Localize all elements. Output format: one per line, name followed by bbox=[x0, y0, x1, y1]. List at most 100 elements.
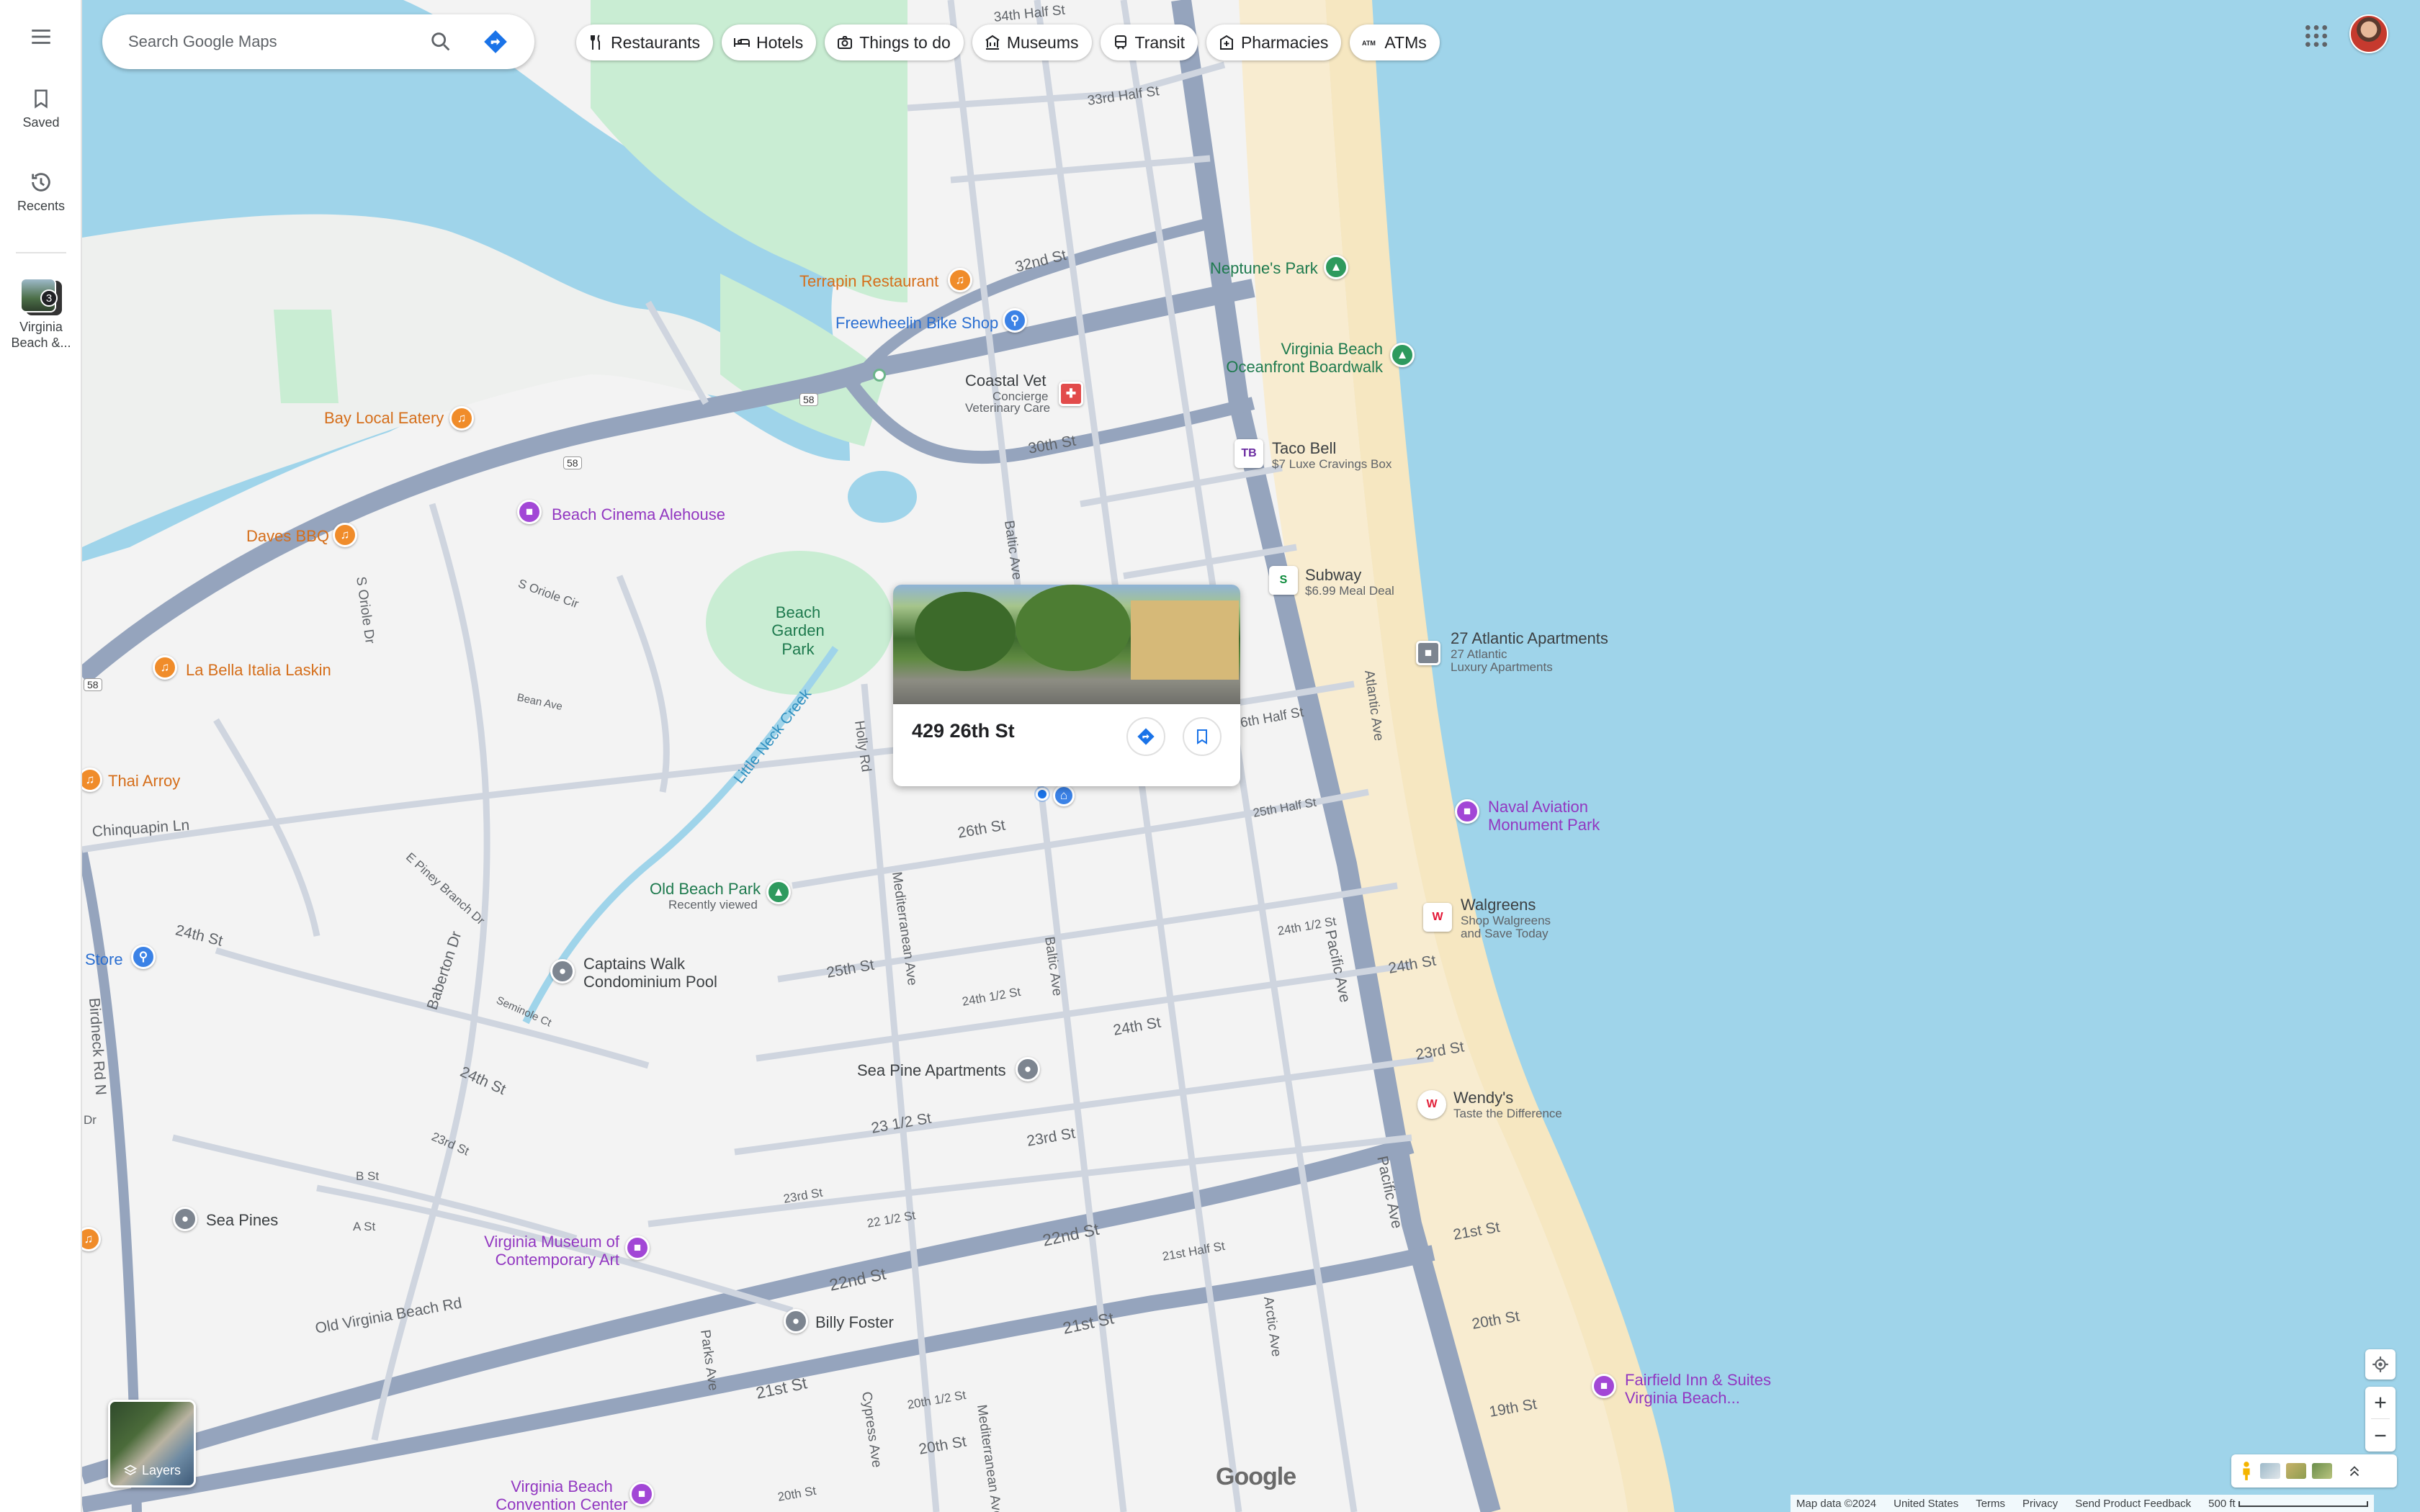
wendys-logo-icon[interactable]: W bbox=[1417, 1090, 1446, 1119]
scale-control[interactable]: 500 ft bbox=[2208, 1498, 2368, 1510]
poi-sea-pine-apartments[interactable]: Sea Pine Apartments bbox=[857, 1061, 1006, 1079]
poi-beach-cinema[interactable]: Beach Cinema Alehouse bbox=[552, 505, 725, 523]
google-logo: Google bbox=[1216, 1463, 1296, 1490]
shopping-pin-icon[interactable]: ⚲ bbox=[1003, 308, 1027, 333]
hamburger-menu-icon bbox=[32, 30, 50, 44]
pool-pin-icon[interactable]: ● bbox=[550, 959, 575, 984]
home-pin-icon[interactable]: ⌂ bbox=[1053, 785, 1075, 806]
route-58-shield: 58 bbox=[799, 393, 818, 406]
privacy-link[interactable]: Privacy bbox=[2022, 1498, 2058, 1510]
monument-pin-icon[interactable]: ■ bbox=[1455, 799, 1479, 824]
poi-daves-bbq[interactable]: Daves BBQ bbox=[246, 527, 329, 545]
chip-restaurants[interactable]: Restaurants bbox=[576, 24, 714, 60]
poi-neptunes-park[interactable]: Neptune's Park bbox=[1210, 259, 1318, 277]
terrain-thumbnail[interactable] bbox=[2260, 1463, 2280, 1479]
park-pin-icon[interactable]: ▲ bbox=[1324, 255, 1348, 279]
apps-button[interactable] bbox=[2302, 22, 2331, 50]
chip-label: Museums bbox=[1006, 32, 1079, 52]
restaurant-pin-icon[interactable]: ♫ bbox=[153, 655, 177, 680]
poi-sea-pines[interactable]: Sea Pines bbox=[206, 1211, 278, 1229]
poi-naval-aviation[interactable]: Naval Aviation Monument Park bbox=[1488, 798, 1632, 834]
poi-fairfield-inn[interactable]: Fairfield Inn & Suites Virginia Beach... bbox=[1625, 1371, 1791, 1408]
park-pin-icon[interactable]: ▲ bbox=[1390, 343, 1415, 367]
green-patch bbox=[274, 310, 339, 403]
search-input[interactable] bbox=[128, 32, 409, 51]
feedback-link[interactable]: Send Product Feedback bbox=[2075, 1498, 2191, 1510]
history-icon bbox=[32, 173, 50, 192]
poi-terrapin-restaurant[interactable]: Terrapin Restaurant bbox=[799, 272, 938, 290]
layers-label-row: Layers bbox=[110, 1463, 194, 1478]
poi-coastal-vet-sub2: Veterinary Care bbox=[965, 400, 1051, 415]
poi-beach-garden-park[interactable]: Beach Garden Park bbox=[755, 603, 841, 658]
poi-store[interactable]: Store bbox=[85, 950, 123, 968]
poi-coastal-vet[interactable]: Coastal Vet Concierge Veterinary Care bbox=[965, 372, 1050, 415]
shopping-pin-icon[interactable]: ⚲ bbox=[131, 945, 156, 969]
poi-wendys[interactable]: Wendy's Taste the Difference bbox=[1453, 1089, 1562, 1121]
poi-vmca[interactable]: Virginia Museum of Contemporary Art bbox=[475, 1233, 619, 1269]
subway-logo-icon[interactable]: S bbox=[1269, 566, 1298, 595]
poi-27-atlantic[interactable]: 27 Atlantic Apartments 27 Atlantic Luxur… bbox=[1451, 629, 1608, 674]
menu-button[interactable] bbox=[0, 24, 82, 49]
my-location-button[interactable] bbox=[2365, 1349, 2396, 1380]
poi-old-beach-park[interactable]: Old Beach Park Recently viewed bbox=[650, 880, 761, 912]
zoom-controls bbox=[2365, 1387, 2396, 1452]
street-view-thumbnail[interactable] bbox=[2312, 1463, 2332, 1479]
apartment-pin-icon[interactable]: ● bbox=[1016, 1057, 1040, 1081]
place-pin-icon[interactable]: ● bbox=[173, 1207, 197, 1231]
recents-button[interactable]: Recents bbox=[0, 170, 82, 215]
poi-captains-walk[interactable]: Captains Walk Condominium Pool bbox=[583, 955, 742, 991]
zoom-divider bbox=[2371, 1418, 2390, 1419]
chip-museums[interactable]: Museums bbox=[972, 24, 1092, 60]
chip-things-to-do[interactable]: Things to do bbox=[825, 24, 964, 60]
layers-button[interactable]: Layers bbox=[108, 1400, 196, 1488]
saved-button[interactable]: Saved bbox=[0, 86, 82, 131]
poi-la-bella-italia[interactable]: La Bella Italia Laskin bbox=[186, 661, 331, 679]
zoom-out-button[interactable] bbox=[2365, 1420, 2396, 1452]
entertainment-pin-icon[interactable]: ■ bbox=[517, 500, 542, 524]
pegman-icon[interactable] bbox=[2238, 1460, 2254, 1482]
hotel-pin-icon[interactable]: ■ bbox=[1592, 1374, 1616, 1398]
restaurant-pin-icon[interactable]: ♫ bbox=[948, 268, 972, 292]
chip-transit[interactable]: Transit bbox=[1100, 24, 1198, 60]
country-link[interactable]: United States bbox=[1894, 1498, 1958, 1510]
poi-subway[interactable]: Subway $6.99 Meal Deal bbox=[1305, 566, 1394, 598]
poi-boardwalk[interactable]: Virginia Beach Oceanfront Boardwalk bbox=[1224, 340, 1383, 377]
apartment-pin-icon[interactable]: ■ bbox=[1416, 641, 1440, 665]
chip-label: Things to do bbox=[859, 32, 951, 52]
chip-pharmacies[interactable]: Pharmacies bbox=[1206, 24, 1342, 60]
directions-button[interactable] bbox=[480, 26, 511, 58]
place-save-button[interactable] bbox=[1183, 717, 1222, 756]
taco-bell-logo-icon[interactable]: TB bbox=[1234, 439, 1263, 468]
saved-label: Saved bbox=[22, 115, 60, 130]
place-directions-button[interactable] bbox=[1126, 717, 1165, 756]
poi-wendys-title: Wendy's bbox=[1453, 1089, 1514, 1107]
zoom-in-button[interactable] bbox=[2365, 1387, 2396, 1418]
poi-walgreens[interactable]: Walgreens Shop Walgreens and Save Today bbox=[1461, 896, 1551, 940]
restaurant-pin-icon[interactable]: ♫ bbox=[333, 523, 357, 547]
recent-place-button[interactable]: 3 Virginia Beach &... bbox=[0, 278, 82, 351]
convention-pin-icon[interactable]: ■ bbox=[629, 1482, 654, 1506]
poi-thai-arroy[interactable]: Thai Arroy bbox=[108, 772, 180, 790]
terms-link[interactable]: Terms bbox=[1976, 1498, 2005, 1510]
place-card[interactable]: 429 26th St bbox=[893, 585, 1240, 786]
place-photo[interactable] bbox=[893, 585, 1240, 704]
poi-taco-bell[interactable]: Taco Bell $7 Luxe Cravings Box bbox=[1272, 439, 1392, 472]
vet-pin-icon[interactable]: ✚ bbox=[1059, 382, 1083, 406]
place-pin-icon[interactable]: ● bbox=[784, 1309, 808, 1333]
museum-pin-icon[interactable]: ■ bbox=[625, 1236, 650, 1260]
poi-billy-foster[interactable]: Billy Foster bbox=[815, 1313, 894, 1331]
bed-icon bbox=[734, 38, 750, 47]
chip-atms[interactable]: ATM ATMs bbox=[1350, 24, 1440, 60]
account-avatar[interactable] bbox=[2349, 14, 2388, 53]
chevron-up-double-icon[interactable] bbox=[2347, 1463, 2362, 1479]
fork-knife-icon bbox=[591, 35, 600, 50]
satellite-thumbnail[interactable] bbox=[2286, 1463, 2306, 1479]
poi-convention-center[interactable]: Virginia Beach Convention Center bbox=[490, 1477, 634, 1512]
search-button[interactable] bbox=[426, 27, 455, 56]
restaurant-pin-icon[interactable]: ♫ bbox=[449, 406, 474, 431]
poi-freewheelin[interactable]: Freewheelin Bike Shop bbox=[835, 314, 998, 332]
park-pin-icon[interactable]: ▲ bbox=[766, 880, 791, 904]
poi-bay-local-eatery[interactable]: Bay Local Eatery bbox=[324, 409, 444, 427]
walgreens-logo-icon[interactable]: W bbox=[1423, 903, 1452, 932]
chip-hotels[interactable]: Hotels bbox=[722, 24, 817, 60]
